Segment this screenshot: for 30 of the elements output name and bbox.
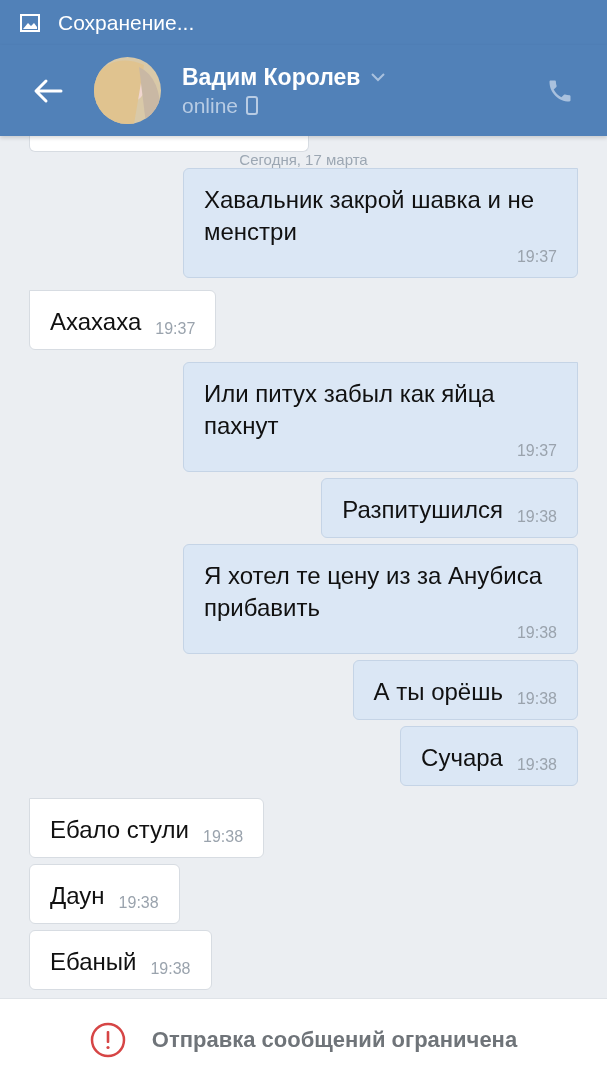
message-time: 19:38 <box>516 756 557 774</box>
message-text: Разпитушился <box>342 495 503 525</box>
chevron-down-icon[interactable] <box>370 71 387 82</box>
restriction-notice: Отправка сообщений ограничена <box>151 1026 518 1054</box>
message-time: 19:37 <box>516 442 557 460</box>
image-icon <box>20 13 40 32</box>
phone-device-icon <box>246 96 259 115</box>
message-time: 19:38 <box>203 828 244 846</box>
message-text: А ты орёшь <box>373 677 503 707</box>
notification-text: Сохранение... <box>58 9 195 36</box>
message-text: Хавальник закрой шавка и не менстри <box>204 185 536 247</box>
message-text: Ебаный <box>50 947 137 977</box>
message-time: 19:38 <box>150 960 191 978</box>
message-time: 19:38 <box>516 508 557 526</box>
contact-name: Вадим Королев <box>182 62 361 92</box>
message-time: 19:37 <box>155 320 196 338</box>
message-text: Я хотел те цену из за Анубиса прибавить <box>204 561 544 623</box>
back-arrow-icon <box>33 77 63 104</box>
message-time: 19:38 <box>118 894 159 912</box>
message-text: Или питух забыл как яйца пахнут <box>204 379 496 441</box>
message-time: 19:37 <box>516 248 557 266</box>
message-text: Ебало стули <box>50 815 189 845</box>
date-separator: Сегодня, 17 марта <box>239 152 368 168</box>
warning-icon <box>89 1021 126 1058</box>
message-time: 19:38 <box>516 624 557 642</box>
message-text: Сучара <box>421 743 503 773</box>
message-text: Даун <box>50 881 105 911</box>
online-status: online <box>182 92 239 119</box>
message-text: Ахахаха <box>50 307 142 337</box>
message-time: 19:38 <box>516 690 557 708</box>
